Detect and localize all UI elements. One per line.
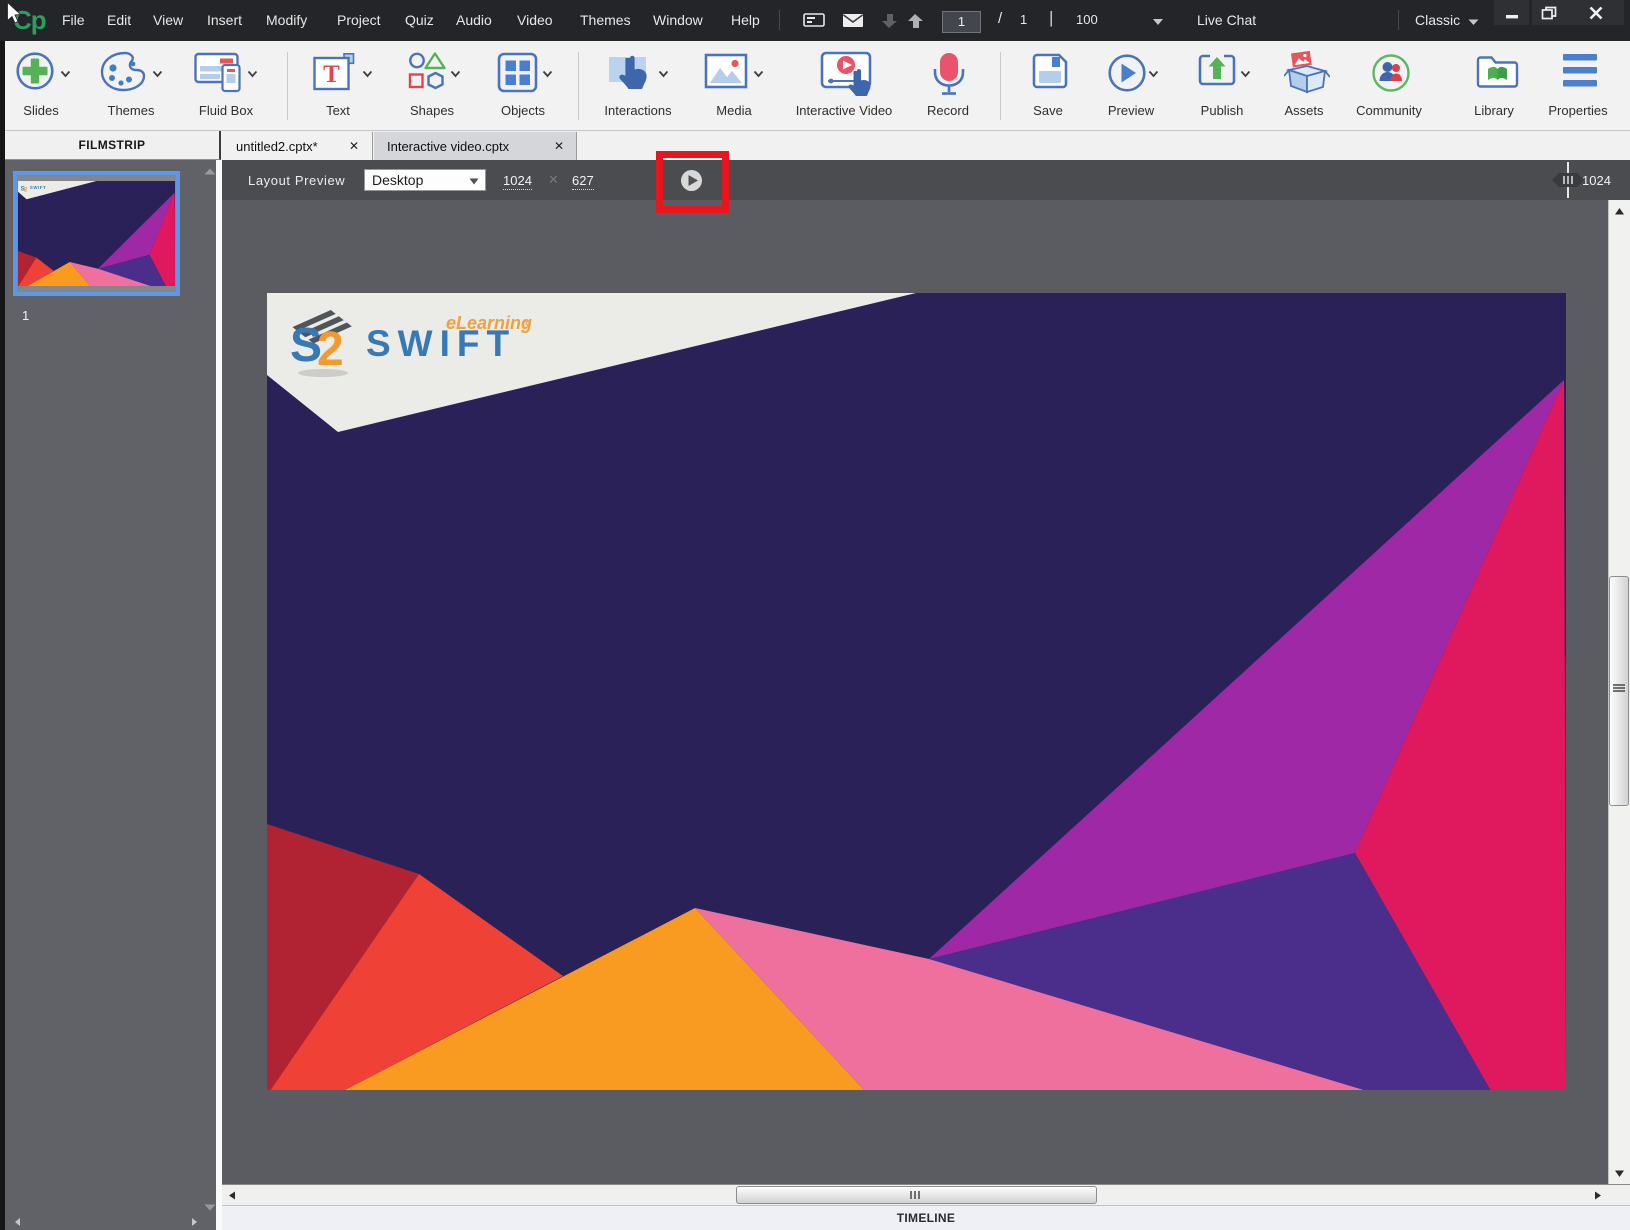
svg-text:eLearning: eLearning	[446, 313, 532, 333]
svg-text:SWIFT: SWIFT	[30, 185, 47, 190]
svg-text:2: 2	[317, 323, 344, 376]
svg-text:T: T	[323, 61, 340, 88]
svg-text:2: 2	[24, 186, 28, 193]
